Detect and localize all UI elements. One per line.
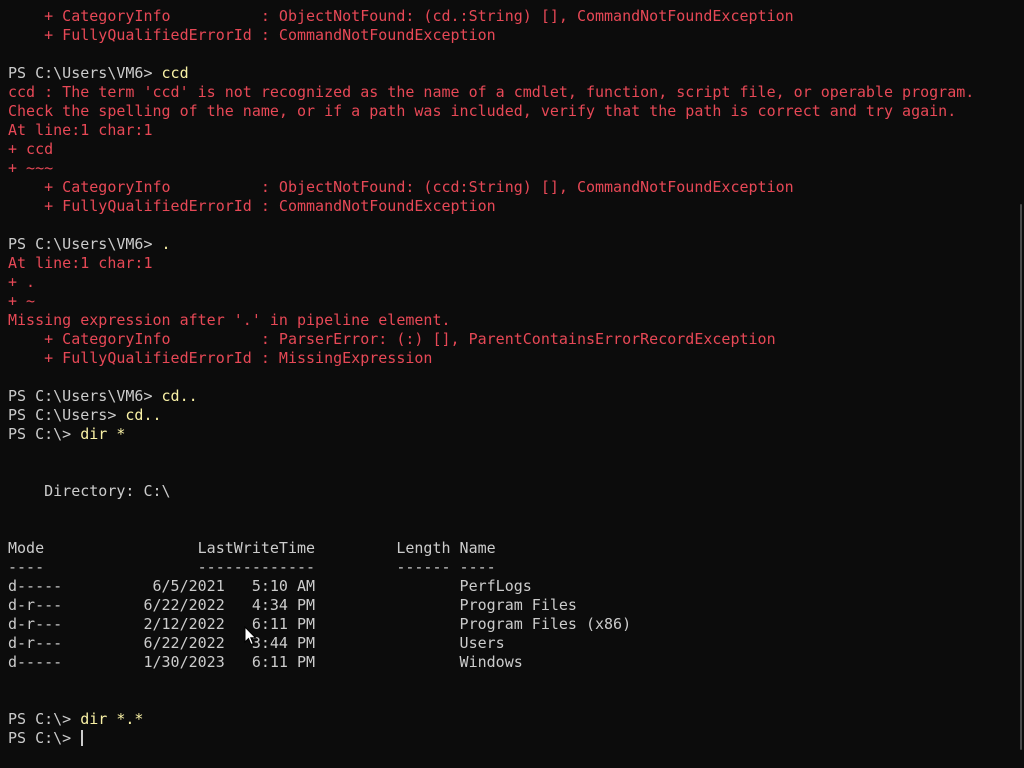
command-text: ccd	[161, 64, 189, 82]
prompt-line: PS C:\> dir *	[8, 425, 1008, 444]
command-text: cd..	[125, 406, 162, 424]
command-text: dir *	[80, 425, 126, 443]
output-line: d-r--- 6/22/2022 3:44 PM Users	[8, 634, 505, 652]
error-line: Check the spelling of the name, or if a …	[8, 102, 957, 120]
terminal-window[interactable]: + CategoryInfo : ObjectNotFound: (cd.:St…	[0, 0, 1024, 768]
output-line: d-r--- 6/22/2022 4:34 PM Program Files	[8, 596, 577, 614]
output-line: d----- 1/30/2023 6:11 PM Windows	[8, 653, 523, 671]
prompt-text: PS C:\>	[8, 425, 81, 443]
error-line: At line:1 char:1	[8, 254, 153, 272]
terminal-output: + CategoryInfo : ObjectNotFound: (cd.:St…	[8, 7, 1008, 748]
output-line: d-r--- 2/12/2022 6:11 PM Program Files (…	[8, 615, 632, 633]
scrollbar[interactable]	[1018, 0, 1024, 768]
prompt-line: PS C:\Users> cd..	[8, 406, 1008, 425]
output-line: d----- 6/5/2021 5:10 AM PerfLogs	[8, 577, 532, 595]
error-line: + ~~~	[8, 159, 54, 177]
prompt-text: PS C:\>	[8, 710, 81, 728]
prompt-line: PS C:\> dir *.*	[8, 710, 1008, 729]
text-cursor	[81, 730, 84, 746]
error-line: + CategoryInfo : ObjectNotFound: (cd.:St…	[8, 7, 794, 25]
prompt-line: PS C:\Users\VM6> ccd	[8, 64, 1008, 83]
active-prompt-line: PS C:\>	[8, 729, 1008, 748]
error-line: Missing expression after '.' in pipeline…	[8, 311, 451, 329]
command-text: .	[161, 235, 171, 253]
prompt-text: PS C:\>	[8, 729, 81, 747]
error-line: ccd : The term 'ccd' is not recognized a…	[8, 83, 975, 101]
scrollbar-thumb[interactable]	[1020, 204, 1022, 750]
error-line: + .	[8, 273, 36, 291]
prompt-line: PS C:\Users\VM6> cd..	[8, 387, 1008, 406]
output-line: ---- ------------- ------ ----	[8, 558, 496, 576]
prompt-text: PS C:\Users\VM6>	[8, 64, 162, 82]
prompt-text: PS C:\Users>	[8, 406, 126, 424]
command-text: dir *.*	[80, 710, 144, 728]
command-text: cd..	[161, 387, 198, 405]
error-line: At line:1 char:1	[8, 121, 153, 139]
mouse-pointer-icon	[244, 626, 257, 646]
error-line: + FullyQualifiedErrorId : CommandNotFoun…	[8, 26, 496, 44]
output-line: Mode LastWriteTime Length Name	[8, 539, 496, 557]
error-line: + FullyQualifiedErrorId : MissingExpress…	[8, 349, 433, 367]
error-line: + ccd	[8, 140, 54, 158]
error-line: + FullyQualifiedErrorId : CommandNotFoun…	[8, 197, 496, 215]
error-line: + CategoryInfo : ObjectNotFound: (ccd:St…	[8, 178, 794, 196]
error-line: + CategoryInfo : ParserError: (:) [], Pa…	[8, 330, 776, 348]
output-line: Directory: C:\	[8, 482, 171, 500]
prompt-text: PS C:\Users\VM6>	[8, 387, 162, 405]
error-line: + ~	[8, 292, 36, 310]
prompt-text: PS C:\Users\VM6>	[8, 235, 162, 253]
prompt-line: PS C:\Users\VM6> .	[8, 235, 1008, 254]
